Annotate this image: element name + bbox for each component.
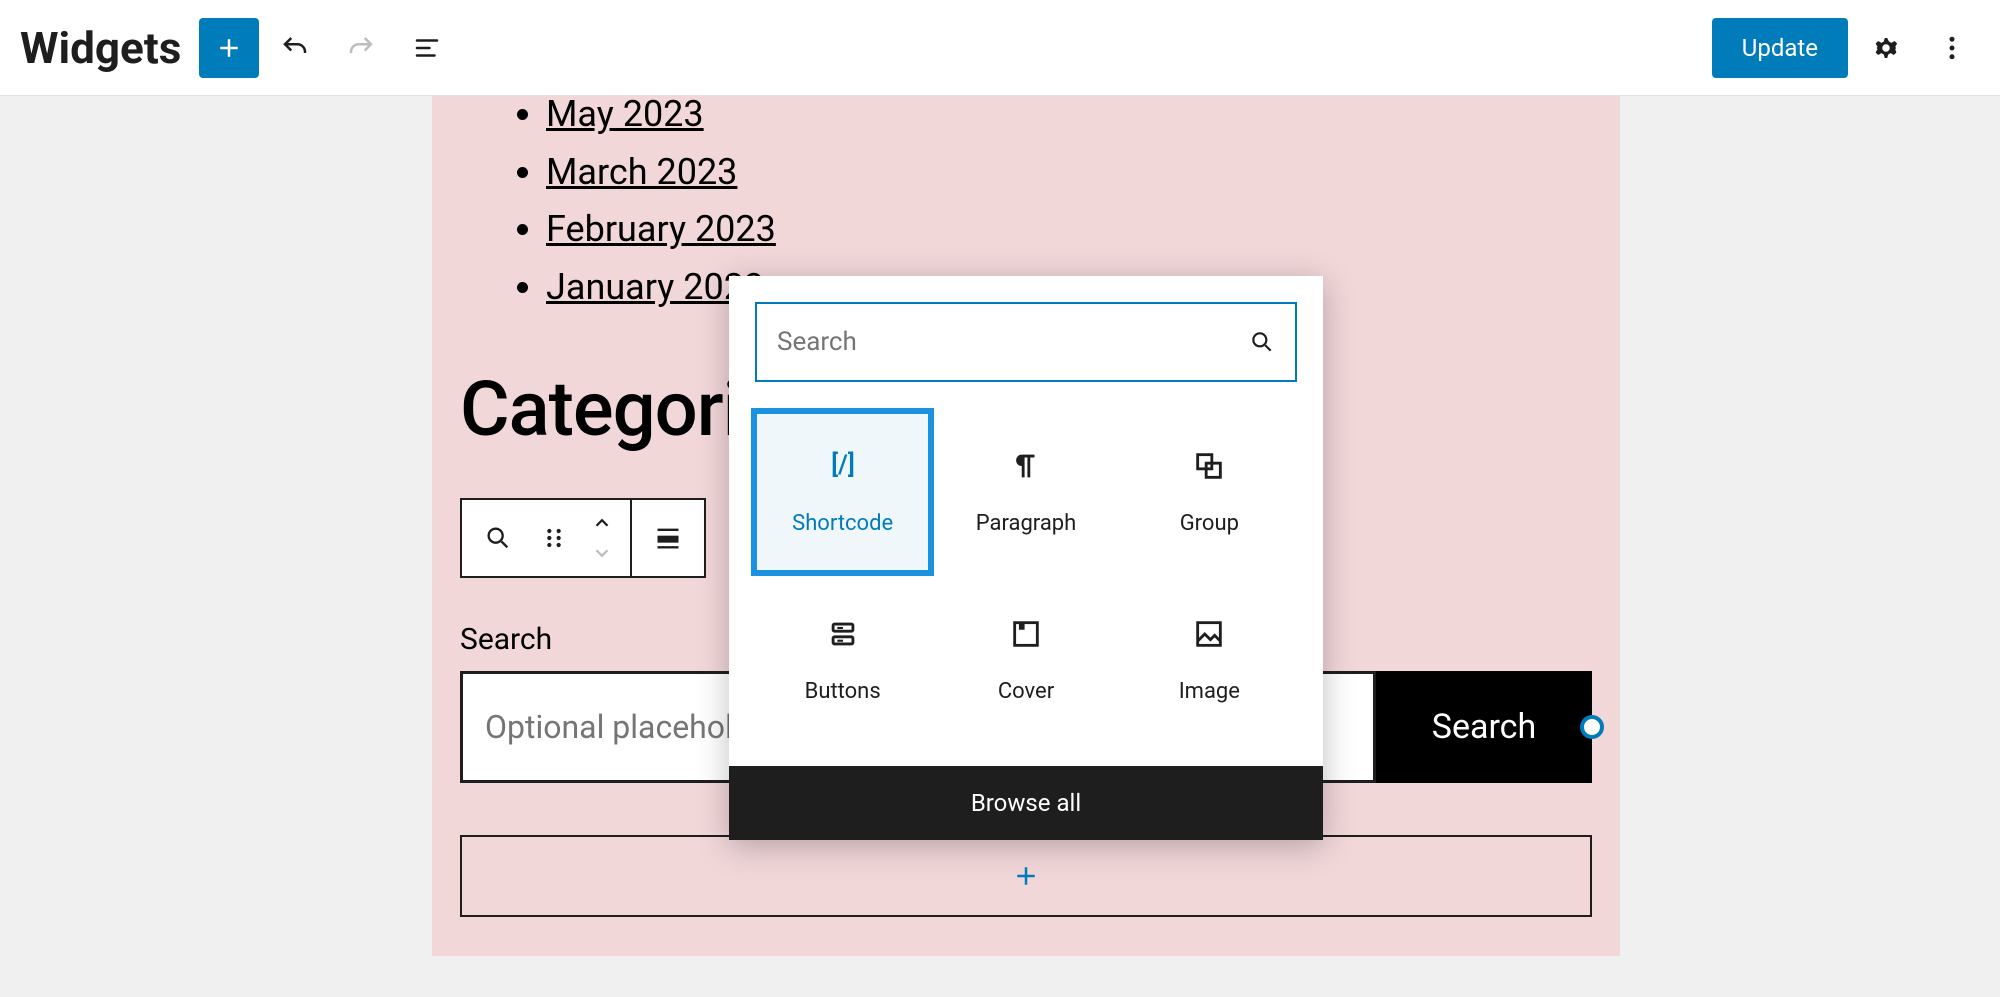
inserter-block-cover[interactable]: Cover — [934, 576, 1117, 744]
list-view-button[interactable] — [397, 18, 457, 78]
archive-link[interactable]: March 2023 — [546, 151, 737, 193]
archive-item: March 2023 — [546, 144, 1592, 202]
archive-link[interactable]: February 2023 — [546, 208, 776, 250]
block-inserter-toggle[interactable] — [199, 18, 259, 78]
cover-icon — [1009, 617, 1043, 657]
search-submit-button[interactable]: Search — [1376, 671, 1592, 783]
search-icon — [1249, 329, 1275, 355]
block-inserter-popover: [/] Shortcode Paragraph Group Buttons Cover Im… — [729, 276, 1323, 840]
toolbar-group-align — [632, 500, 704, 576]
block-item-label: Shortcode — [792, 511, 893, 536]
block-item-label: Buttons — [805, 679, 881, 704]
redo-icon — [346, 33, 376, 63]
inserter-block-shortcode[interactable]: [/] Shortcode — [751, 408, 934, 576]
toolbar-group-block — [462, 500, 632, 576]
browse-all-button[interactable]: Browse all — [729, 766, 1323, 840]
inserter-block-grid: [/] Shortcode Paragraph Group Buttons Cover Im… — [729, 408, 1323, 766]
inserter-search-wrapper — [755, 302, 1297, 382]
search-icon — [484, 524, 512, 552]
block-item-label: Image — [1179, 679, 1240, 704]
block-item-label: Cover — [998, 679, 1054, 704]
block-item-label: Paragraph — [976, 511, 1077, 536]
align-button[interactable] — [640, 500, 696, 576]
group-icon — [1192, 449, 1226, 489]
redo-button[interactable] — [331, 18, 391, 78]
more-vertical-icon — [1937, 33, 1967, 63]
block-type-button[interactable] — [470, 500, 526, 576]
undo-button[interactable] — [265, 18, 325, 78]
undo-icon — [280, 33, 310, 63]
archive-link[interactable]: May 2023 — [546, 96, 704, 135]
block-item-label: Group — [1180, 511, 1239, 536]
editor-workspace: May 2023 March 2023 February 2023 Januar… — [0, 96, 2000, 997]
inserter-block-group[interactable]: Group — [1118, 408, 1301, 576]
buttons-icon — [826, 617, 860, 657]
plus-icon — [1011, 861, 1041, 891]
chevron-up-icon — [591, 512, 613, 534]
block-mover — [582, 500, 622, 576]
inserter-search-input[interactable] — [777, 327, 1249, 357]
svg-text:[/]: [/] — [831, 450, 855, 480]
inserter-block-paragraph[interactable]: Paragraph — [934, 408, 1117, 576]
shortcode-icon: [/] — [826, 449, 860, 489]
move-up-button[interactable] — [574, 508, 630, 538]
page-title: Widgets — [20, 22, 181, 74]
plus-icon — [214, 33, 244, 63]
inserter-block-image[interactable]: Image — [1118, 576, 1301, 744]
inserter-block-buttons[interactable]: Buttons — [751, 576, 934, 744]
drag-icon — [540, 524, 568, 552]
move-down-button[interactable] — [574, 538, 630, 568]
block-appender[interactable] — [460, 835, 1592, 917]
topbar-right-tools: Update — [1712, 18, 1980, 78]
block-toolbar — [460, 498, 706, 578]
gear-icon — [1871, 33, 1901, 63]
archive-item: February 2023 — [546, 201, 1592, 259]
image-icon — [1192, 617, 1226, 657]
resize-handle[interactable] — [1580, 715, 1604, 739]
chevron-down-icon — [591, 542, 613, 564]
topbar-left-tools — [199, 18, 457, 78]
editor-topbar: Widgets Update — [0, 0, 2000, 96]
update-button[interactable]: Update — [1712, 18, 1848, 78]
archive-item: May 2023 — [546, 96, 1592, 144]
paragraph-icon — [1009, 449, 1043, 489]
settings-button[interactable] — [1858, 20, 1914, 76]
options-button[interactable] — [1924, 20, 1980, 76]
list-view-icon — [412, 33, 442, 63]
align-icon — [654, 524, 682, 552]
